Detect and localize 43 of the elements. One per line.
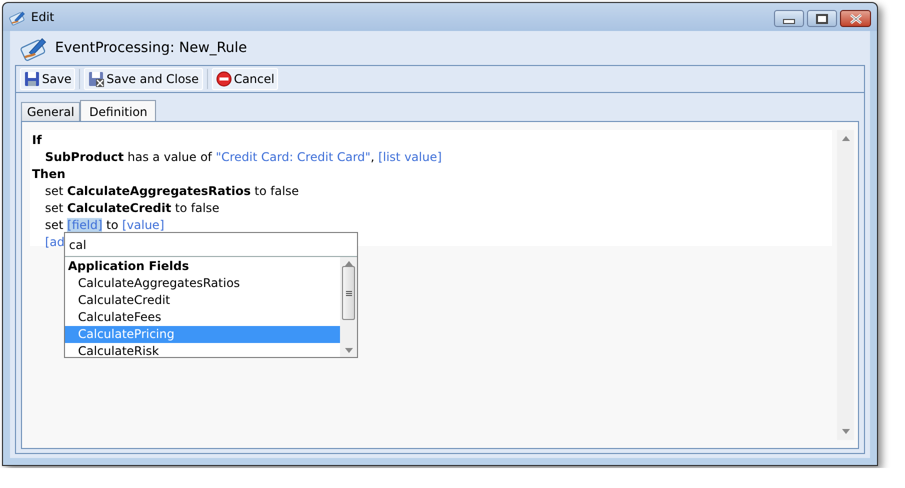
rule-text: set	[45, 218, 64, 232]
rule-term: Then	[32, 167, 66, 181]
rule-term: If	[32, 133, 42, 147]
no-entry-icon	[216, 71, 232, 87]
scrollbar[interactable]	[340, 257, 357, 357]
rule-text: set	[45, 201, 64, 215]
list-item[interactable]: CalculateFees	[65, 309, 340, 326]
scroll-down-icon[interactable]	[344, 348, 352, 353]
list-item[interactable]: CalculateAggregatesRatios	[65, 275, 340, 292]
rule-text: ,	[370, 150, 376, 164]
close-icon	[850, 14, 862, 24]
scrollbar[interactable]	[837, 130, 854, 440]
rule-link[interactable]: [value]	[122, 218, 164, 232]
rule-term: SubProduct	[45, 150, 124, 164]
tab[interactable]: Definition	[80, 100, 156, 122]
rule-term: CalculateCredit	[67, 201, 172, 215]
maximize-button[interactable]	[807, 10, 837, 27]
rule-link[interactable]: [list value]	[378, 150, 442, 164]
rule-text: to false	[174, 201, 220, 215]
group-heading: Application Fields	[67, 258, 190, 275]
edit-icon	[9, 8, 26, 26]
list-item[interactable]: CalculateRisk	[65, 343, 340, 360]
toolbar-button[interactable]: Save	[20, 68, 76, 90]
rule-term: CalculateAggregatesRatios	[67, 184, 251, 198]
scroll-down-icon[interactable]	[842, 429, 850, 434]
rule-link[interactable]: [ad	[45, 235, 65, 249]
list-item[interactable]: CalculateCredit	[65, 292, 340, 309]
rule-text: to	[105, 218, 120, 232]
rule-text: to false	[254, 184, 299, 198]
grip-icon	[346, 290, 352, 296]
rule-text: has a value of	[126, 150, 214, 164]
close-button[interactable]	[840, 10, 871, 27]
toolbar-button[interactable]: Cancel	[212, 68, 278, 90]
tab[interactable]: General	[21, 102, 80, 121]
toolbar-button[interactable]: Save and Close	[84, 68, 203, 90]
window-title: Edit	[31, 10, 54, 24]
scroll-thumb[interactable]	[342, 266, 355, 320]
rule-link[interactable]: "Credit Card: Credit Card"	[216, 150, 371, 164]
floppy-disk-close-icon	[88, 71, 104, 87]
scroll-up-icon[interactable]	[842, 136, 850, 141]
rule-text: set	[45, 184, 64, 198]
minimize-button[interactable]	[774, 10, 804, 27]
form-title: EventProcessing: New_Rule	[55, 40, 248, 56]
